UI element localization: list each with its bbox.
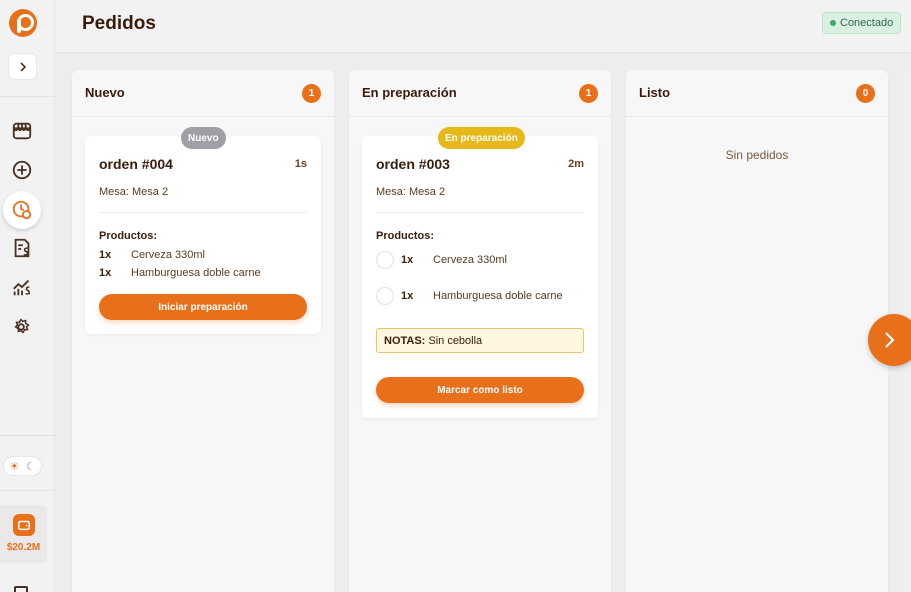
chevron-right-icon	[885, 332, 895, 348]
item-name: Hamburguesa doble carne	[131, 267, 261, 279]
order-card[interactable]: En preparación orden #003 2m Mesa: Mesa …	[362, 127, 598, 418]
status-badge: Nuevo	[181, 127, 226, 149]
status-badge: En preparación	[438, 127, 525, 149]
item-name: Cerveza 330ml	[433, 254, 507, 266]
column-count-badge: 0	[856, 84, 875, 103]
list-item: 1x Cerveza 330ml	[99, 249, 205, 261]
products-label: Productos:	[376, 230, 435, 242]
wallet-amount: $20.2M	[6, 542, 41, 553]
order-card[interactable]: Nuevo orden #004 1s Mesa: Mesa 2 Product…	[85, 127, 321, 334]
sun-icon: ☀	[9, 460, 20, 473]
column-title: Listo	[639, 85, 671, 100]
status-dot-icon	[830, 20, 836, 26]
start-preparation-button[interactable]: Iniciar preparación	[99, 294, 307, 320]
item-name: Cerveza 330ml	[131, 249, 205, 261]
item-qty: 1x	[99, 249, 112, 261]
item-checkbox[interactable]	[376, 251, 394, 269]
item-qty: 1x	[401, 290, 414, 302]
invoice-dollar-icon[interactable]	[9, 235, 35, 261]
scroll-right-button[interactable]	[868, 314, 911, 366]
order-notes: NOTAS: Sin cebolla	[376, 328, 584, 353]
card-divider	[99, 212, 307, 213]
wallet-widget[interactable]: $20.2M	[0, 505, 47, 563]
connection-status-badge: Conectado	[822, 12, 902, 34]
column-en-preparacion: En preparación 1 En preparación orden #0…	[349, 70, 611, 592]
column-title: Nuevo	[85, 85, 125, 100]
column-header: Listo 0	[626, 70, 888, 117]
column-title: En preparación	[362, 85, 457, 100]
notes-label: NOTAS:	[384, 334, 426, 347]
products-label: Productos:	[99, 230, 158, 242]
table-label: Mesa: Mesa 2	[99, 186, 169, 198]
item-checkbox[interactable]	[376, 287, 394, 305]
sidebar-divider	[0, 435, 55, 436]
list-item: 1x Hamburguesa doble carne	[376, 287, 563, 305]
empty-state-text: Sin pedidos	[725, 148, 789, 162]
chevron-right-icon	[19, 61, 26, 72]
order-title: orden #003	[376, 156, 450, 172]
store-icon[interactable]	[9, 118, 35, 144]
order-title: orden #004	[99, 156, 173, 172]
list-item: 1x Cerveza 330ml	[376, 251, 507, 269]
logout-icon[interactable]	[14, 586, 28, 592]
column-header: En preparación 1	[349, 70, 611, 117]
moon-icon: ☾	[25, 460, 36, 473]
item-qty: 1x	[99, 267, 112, 279]
sidebar-divider	[0, 96, 55, 97]
elapsed-time: 1s	[294, 158, 307, 170]
wallet-icon	[12, 514, 35, 536]
notes-text: Sin cebolla	[428, 334, 483, 347]
app-logo[interactable]	[9, 9, 37, 37]
orders-clock-icon	[12, 200, 32, 220]
column-header: Nuevo 1	[72, 70, 334, 117]
card-divider	[376, 212, 584, 213]
item-name: Hamburguesa doble carne	[433, 290, 563, 302]
page-title: Pedidos	[82, 13, 156, 34]
column-count-badge: 1	[579, 84, 598, 103]
settings-icon[interactable]	[9, 313, 35, 339]
status-label: Conectado	[840, 17, 894, 29]
mark-ready-button[interactable]: Marcar como listo	[376, 377, 584, 403]
topbar: Pedidos Conectado	[56, 0, 911, 53]
item-qty: 1x	[401, 254, 414, 266]
theme-toggle[interactable]: ☀ ☾	[3, 456, 42, 476]
table-label: Mesa: Mesa 2	[376, 186, 446, 198]
column-count-badge: 1	[302, 84, 321, 103]
column-listo: Listo 0 Sin pedidos	[626, 70, 888, 592]
column-nuevo: Nuevo 1 Nuevo orden #004 1s Mesa: Mesa 2…	[72, 70, 334, 592]
stats-dollar-icon[interactable]	[9, 274, 35, 300]
elapsed-time: 2m	[568, 158, 584, 170]
sidebar: ☀ ☾ $20.2M	[0, 0, 55, 592]
orders-nav-button[interactable]	[3, 191, 41, 229]
add-order-icon[interactable]	[9, 157, 35, 183]
list-item: 1x Hamburguesa doble carne	[99, 267, 261, 279]
sidebar-divider	[0, 490, 55, 491]
expand-sidebar-button[interactable]	[8, 53, 37, 80]
